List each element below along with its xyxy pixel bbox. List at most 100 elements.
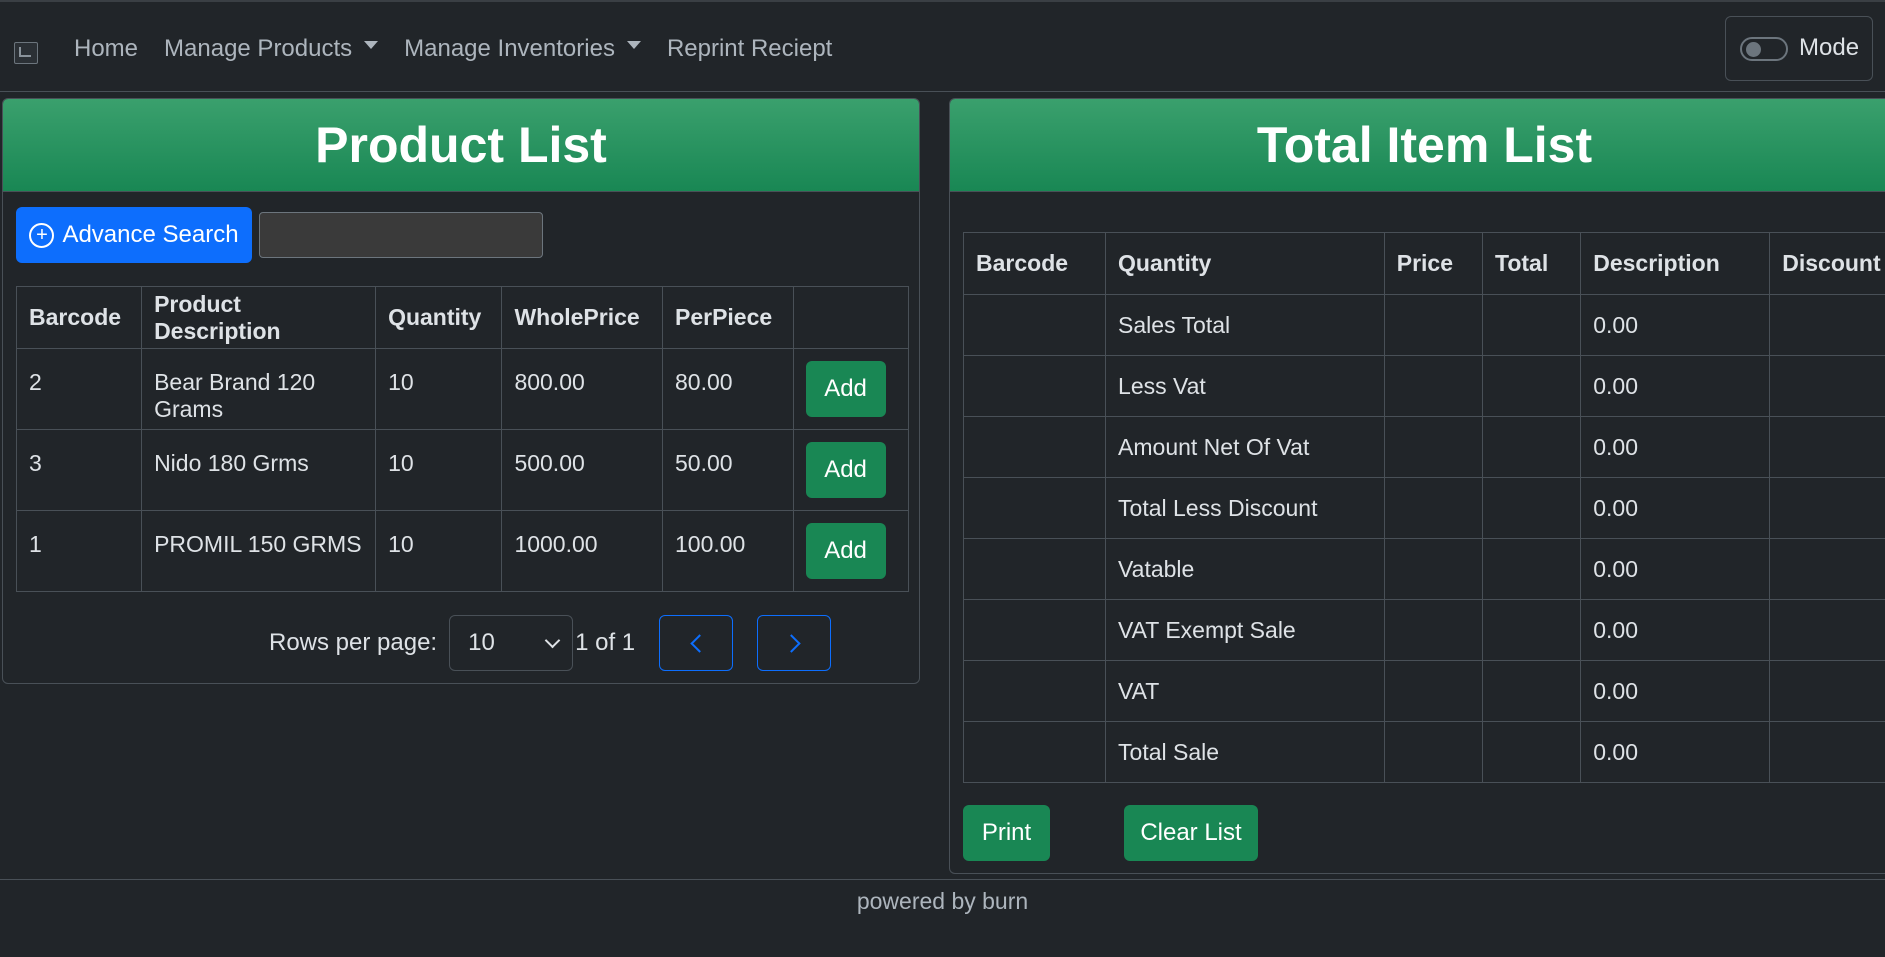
cell-description: 0.00 (1580, 416, 1771, 478)
toggle-knob-icon (1746, 42, 1761, 57)
rows-per-page-label: Rows per page: (269, 629, 438, 656)
chevron-down-icon (544, 632, 561, 648)
advance-search-label: Advance Search (62, 221, 239, 248)
caret-down-icon (364, 41, 379, 49)
cell-whole-price: 1000.00 (501, 510, 663, 592)
total-row: Total Sale 0.00 (962, 721, 1885, 783)
cell-price (1383, 721, 1483, 783)
product-list-card: Product List + Advance Search Barcode Pr… (2, 98, 920, 684)
search-input[interactable] (259, 212, 543, 258)
cell-price (1383, 599, 1483, 661)
nav-reprint-receipt-link[interactable]: Reprint Reciept (667, 35, 832, 63)
nav-manage-inventories-dropdown[interactable]: Manage Inventories (404, 35, 641, 63)
cell-quantity: 10 (375, 510, 503, 592)
total-row: VAT Exempt Sale 0.00 (962, 599, 1885, 661)
cell-quantity: 10 (375, 348, 503, 430)
nav-manage-inventories-label: Manage Inventories (404, 35, 615, 62)
cell-price (1383, 294, 1483, 356)
cell-whole-price: 800.00 (501, 348, 663, 430)
cell-per-piece: 100.00 (661, 510, 794, 592)
nav-home-link[interactable]: Home (74, 35, 138, 63)
column-header-quantity: Quantity (1105, 232, 1385, 295)
cell-barcode (962, 416, 1107, 478)
cell-quantity: VAT (1105, 660, 1385, 722)
column-header-barcode: Barcode (962, 232, 1107, 295)
cell-total (1481, 538, 1582, 600)
print-button[interactable]: Print (963, 805, 1050, 861)
cell-whole-price: 500.00 (501, 429, 663, 511)
product-table-header-row: Barcode Product Description Quantity Who… (15, 286, 910, 349)
cell-barcode (962, 660, 1107, 722)
nav-manage-products-dropdown[interactable]: Manage Products (164, 35, 379, 63)
cell-description: 0.00 (1580, 538, 1771, 600)
column-header-description: Product Description (141, 286, 377, 349)
mode-label: Mode (1799, 34, 1860, 61)
mode-toggle-switch[interactable] (1740, 37, 1788, 61)
column-header-barcode: Barcode (15, 286, 143, 349)
clear-list-button[interactable]: Clear List (1124, 805, 1258, 861)
chevron-right-icon (781, 633, 801, 653)
cell-price (1383, 355, 1483, 417)
cell-total (1481, 355, 1582, 417)
total-row: Total Less Discount 0.00 (962, 477, 1885, 539)
product-row: 1 PROMIL 150 GRMS 10 1000.00 100.00 Add (15, 510, 910, 592)
add-product-button[interactable]: Add (805, 361, 886, 417)
footer: powered by burn (0, 879, 1885, 957)
cell-barcode: 1 (15, 510, 143, 592)
product-row: 2 Bear Brand 120 Grams 10 800.00 80.00 A… (15, 348, 910, 430)
nav-manage-products-label: Manage Products (164, 35, 353, 62)
cell-description: 0.00 (1580, 355, 1771, 417)
cell-description: Bear Brand 120 Grams (141, 348, 377, 430)
cell-barcode (962, 294, 1107, 356)
column-header-price: Price (1383, 232, 1483, 295)
cell-description: 0.00 (1580, 294, 1771, 356)
cell-action: Add (792, 348, 910, 430)
cell-description: 0.00 (1580, 477, 1771, 539)
cell-action: Add (792, 510, 910, 592)
cell-total (1481, 721, 1582, 783)
previous-page-button[interactable] (659, 615, 734, 671)
broken-image-logo-icon[interactable] (14, 42, 38, 64)
total-row: Amount Net Of Vat 0.00 (962, 416, 1885, 478)
next-page-button[interactable] (757, 615, 832, 671)
cell-total (1481, 416, 1582, 478)
total-item-list-card: Total Item List Barcode Quantity Price T… (949, 98, 1885, 874)
column-header-quantity: Quantity (375, 286, 503, 349)
rows-per-page-select[interactable]: 10 (449, 615, 574, 671)
cell-quantity: Sales Total (1105, 294, 1385, 356)
total-table-header-row: Barcode Quantity Price Total Description… (962, 232, 1885, 295)
pagination: Rows per page: 10 1 of 1 (269, 615, 832, 671)
column-header-description: Description (1580, 232, 1771, 295)
column-header-per-piece: PerPiece (661, 286, 794, 349)
cell-discount (1769, 660, 1885, 722)
cell-barcode (962, 721, 1107, 783)
cell-price (1383, 538, 1483, 600)
cell-barcode: 3 (15, 429, 143, 511)
cell-total (1481, 294, 1582, 356)
cell-discount (1769, 721, 1885, 783)
cell-barcode (962, 599, 1107, 661)
cell-discount (1769, 477, 1885, 539)
cell-description: 0.00 (1580, 721, 1771, 783)
cell-barcode (962, 477, 1107, 539)
product-table: Barcode Product Description Quantity Who… (15, 286, 910, 592)
cell-per-piece: 50.00 (661, 429, 794, 511)
cell-description: 0.00 (1580, 660, 1771, 722)
total-actions: Print Clear List (963, 805, 1258, 861)
cell-description: PROMIL 150 GRMS (141, 510, 377, 592)
add-product-button[interactable]: Add (805, 442, 886, 498)
rows-per-page-value: 10 (468, 629, 495, 656)
column-header-whole-price: WholePrice (501, 286, 663, 349)
cell-discount (1769, 416, 1885, 478)
cell-price (1383, 477, 1483, 539)
cell-quantity: Vatable (1105, 538, 1385, 600)
cell-barcode (962, 538, 1107, 600)
cell-discount (1769, 538, 1885, 600)
nav-home-label: Home (74, 35, 139, 62)
cell-total (1481, 477, 1582, 539)
cell-quantity: Total Sale (1105, 721, 1385, 783)
cell-description: Nido 180 Grms (141, 429, 377, 511)
advance-search-button[interactable]: + Advance Search (16, 207, 252, 263)
add-product-button[interactable]: Add (805, 523, 886, 579)
total-row: Less Vat 0.00 (962, 355, 1885, 417)
